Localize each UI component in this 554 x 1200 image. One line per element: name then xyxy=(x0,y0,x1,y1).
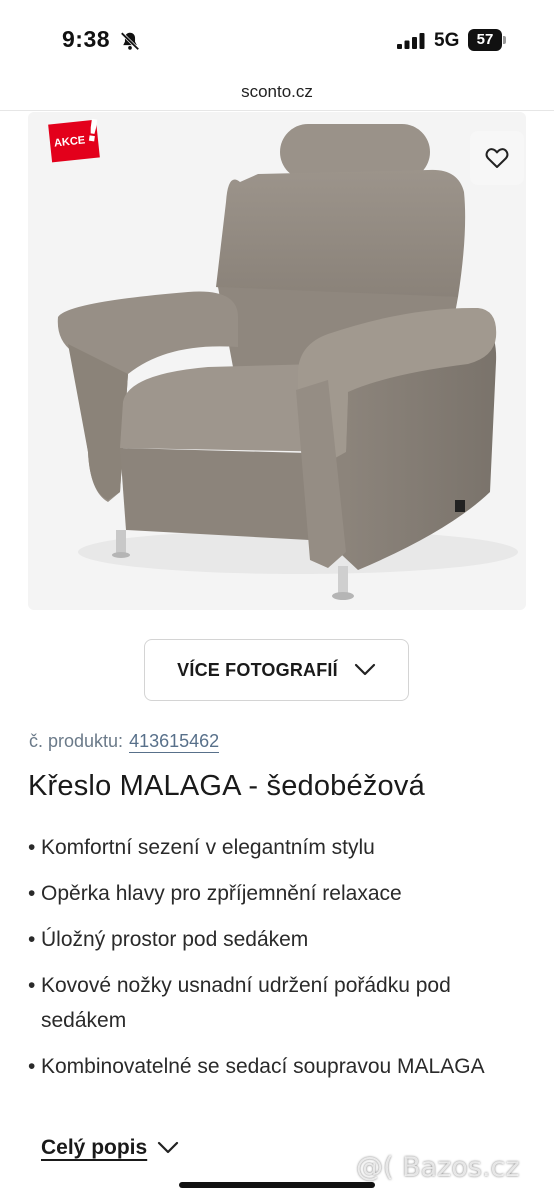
bell-slash-icon xyxy=(120,32,140,51)
more-photos-button[interactable]: VÍCE FOTOGRAFIÍ xyxy=(144,639,409,701)
battery-level: 57 xyxy=(476,31,494,48)
feature-list: Komfortní sezení v elegantním stylu Opěr… xyxy=(28,830,508,1095)
full-description-label: Celý popis xyxy=(41,1136,148,1159)
product-number: č. produktu: 413615462 xyxy=(29,731,220,753)
sale-badge: AKCE ! xyxy=(48,113,106,163)
status-time: 9:38 xyxy=(62,26,111,52)
cellular-signal-icon xyxy=(397,33,425,49)
watermark: @( Bazos.cz xyxy=(356,1152,520,1183)
feature-item: Kombinovatelné se sedací soupravou MALAG… xyxy=(28,1049,508,1084)
network-type: 5G xyxy=(434,30,460,51)
feature-item: Úložný prostor pod sedákem xyxy=(28,922,508,957)
url-text: sconto.cz xyxy=(241,82,313,101)
feature-item: Opěrka hlavy pro zpříjemnění relaxace xyxy=(28,876,508,911)
product-number-label: č. produktu: xyxy=(29,731,124,751)
product-title: Křeslo MALAGA - šedobéžová xyxy=(28,770,425,802)
home-indicator[interactable] xyxy=(179,1182,375,1188)
heart-icon xyxy=(485,148,509,168)
battery-icon: 57 xyxy=(468,29,508,51)
product-number-value[interactable]: 413615462 xyxy=(129,731,220,753)
more-photos-label: VÍCE FOTOGRAFIÍ xyxy=(177,659,338,680)
armchair-image xyxy=(57,124,518,600)
browser-url-bar[interactable]: sconto.cz xyxy=(0,80,554,111)
wishlist-button[interactable] xyxy=(470,131,524,185)
feature-item: Komfortní sezení v elegantním stylu xyxy=(28,830,508,865)
product-image[interactable]: AKCE ! xyxy=(28,112,526,610)
chevron-down-icon xyxy=(354,663,375,676)
chevron-down-icon xyxy=(158,1141,179,1154)
full-description-link[interactable]: Celý popis xyxy=(41,1136,179,1160)
status-bar: 9:38 5G 57 xyxy=(0,0,554,80)
feature-item: Kovové nožky usnadní udržení pořádku pod… xyxy=(28,968,508,1038)
